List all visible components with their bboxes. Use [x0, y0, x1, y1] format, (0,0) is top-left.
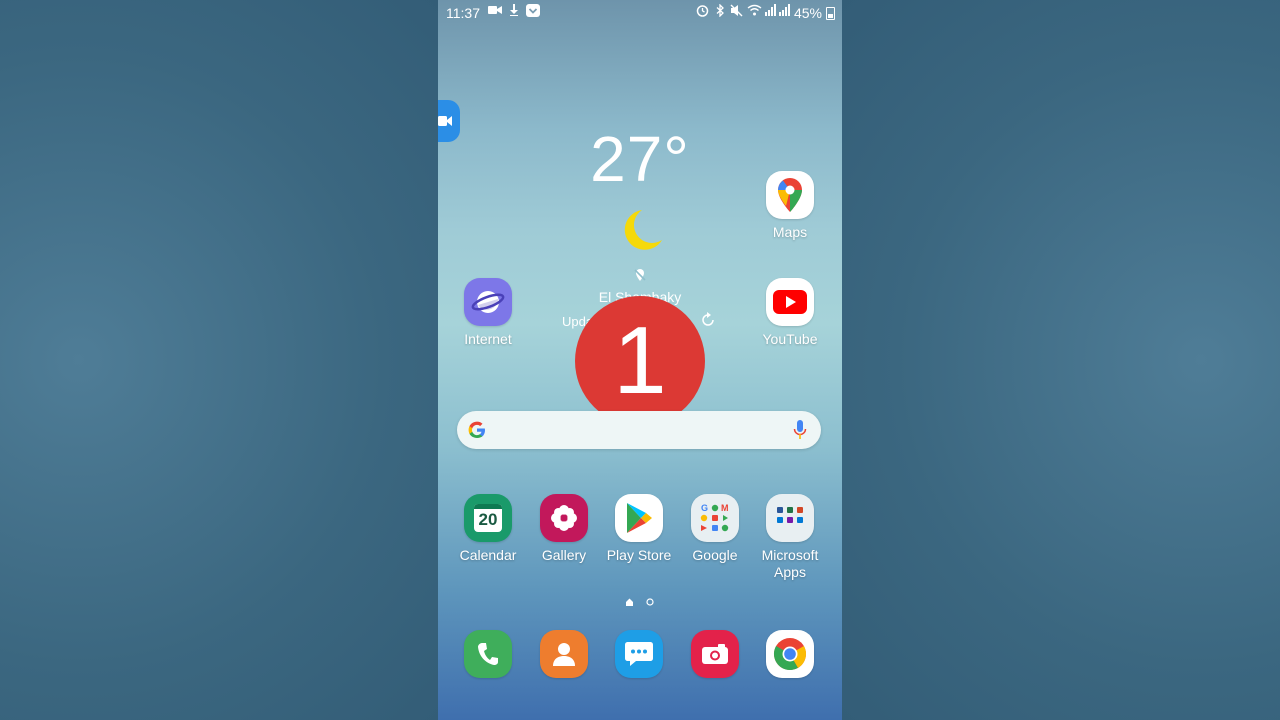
calendar-icon: 20: [464, 494, 512, 542]
chrome-icon: [766, 630, 814, 678]
background-left: [0, 0, 438, 720]
refresh-icon[interactable]: [700, 312, 716, 328]
microphone-icon[interactable]: [793, 420, 807, 440]
app-play-store[interactable]: Play Store: [599, 494, 679, 564]
signal-icon-1: [765, 4, 776, 19]
app-calendar[interactable]: 20 Calendar: [448, 494, 528, 564]
phone-icon: [464, 630, 512, 678]
app-internet[interactable]: Internet: [448, 278, 528, 348]
app-label: YouTube: [762, 331, 818, 347]
dock-contacts[interactable]: [524, 630, 604, 678]
video-record-icon: [488, 4, 502, 19]
maps-icon: [766, 171, 814, 219]
app-label: Internet: [464, 331, 512, 347]
background-right: [842, 0, 1280, 720]
app-label: Google: [692, 547, 738, 563]
moon-icon: [624, 210, 662, 250]
app-folder-google[interactable]: G M Google: [675, 494, 755, 564]
dock-phone[interactable]: [448, 630, 528, 678]
google-g-icon: [468, 421, 485, 438]
bluetooth-icon: [715, 3, 725, 20]
signal-icon-2: [779, 4, 790, 19]
dock-messages[interactable]: [599, 630, 679, 678]
app-folder-microsoft[interactable]: Microsoft Apps: [750, 494, 830, 581]
internet-icon: [464, 278, 512, 326]
microsoft-folder-icon: [766, 494, 814, 542]
mute-icon: [730, 4, 743, 20]
pocket-icon: [526, 4, 540, 20]
google-folder-icon: G M: [691, 494, 739, 542]
app-gallery[interactable]: Gallery: [524, 494, 604, 564]
app-label: Gallery: [541, 547, 587, 563]
youtube-icon: [766, 278, 814, 326]
google-search-bar[interactable]: [457, 411, 821, 449]
app-maps[interactable]: Maps: [750, 171, 830, 241]
dock-camera[interactable]: [675, 630, 755, 678]
play-store-icon: [615, 494, 663, 542]
contacts-icon: [540, 630, 588, 678]
download-icon: [509, 4, 519, 19]
app-label: Play Store: [606, 547, 672, 563]
battery-icon: [826, 7, 835, 20]
svg-text:M: M: [721, 503, 729, 513]
app-label: Calendar: [459, 547, 517, 563]
calendar-day: 20: [478, 510, 498, 529]
location-off-icon: [634, 269, 646, 281]
app-label: Maps: [772, 224, 808, 240]
svg-text:G: G: [701, 503, 708, 513]
app-label: Microsoft Apps: [761, 547, 819, 580]
home-page-dot-icon: [626, 598, 633, 606]
status-bar: 11:37 45%: [438, 0, 842, 26]
page-dot-icon: [646, 598, 654, 606]
status-time: 11:37: [446, 5, 480, 21]
wifi-icon: [747, 4, 762, 19]
alarm-icon: [696, 4, 709, 20]
camera-icon: [691, 630, 739, 678]
battery-percent: 45%: [793, 5, 822, 21]
overlay-number-badge: 1: [575, 296, 705, 426]
app-youtube[interactable]: YouTube: [750, 278, 830, 348]
messages-icon: [615, 630, 663, 678]
dock-chrome[interactable]: [750, 630, 830, 678]
phone-screen: 11:37 45% 27° Upda Maps Internet YouTube…: [438, 0, 842, 720]
gallery-icon: [540, 494, 588, 542]
page-indicator[interactable]: [624, 597, 664, 607]
